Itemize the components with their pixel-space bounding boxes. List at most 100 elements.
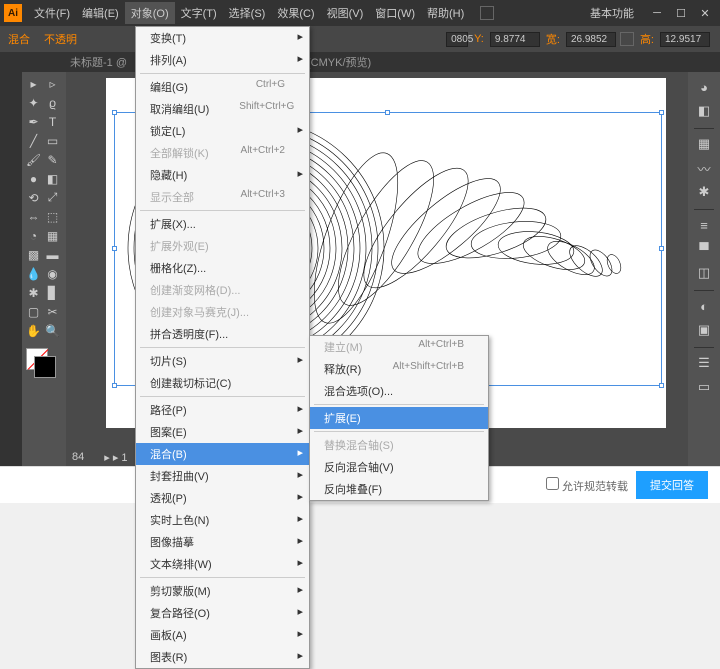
close-button[interactable]: ✕	[694, 3, 716, 23]
blend-submenu: 建立(M)Alt+Ctrl+B 释放(R)Alt+Shift+Ctrl+B 混合…	[309, 335, 489, 501]
mi-group[interactable]: 编组(G)Ctrl+G	[136, 76, 309, 98]
workspace-label[interactable]: 基本功能	[590, 5, 634, 21]
mi-hide[interactable]: 隐藏(H)▸	[136, 164, 309, 186]
mi-rasterize[interactable]: 栅格化(Z)...	[136, 257, 309, 279]
gradient-tool[interactable]: ▬	[43, 245, 62, 264]
blob-brush-tool[interactable]: ●	[24, 169, 43, 188]
document-tab[interactable]: 未标题-1 @ (CMYK/预览)	[0, 52, 720, 72]
mi-imagetrace[interactable]: 图像描摹▸	[136, 531, 309, 553]
mi-slice[interactable]: 切片(S)▸	[136, 350, 309, 372]
direct-selection-tool[interactable]: ▹	[43, 74, 62, 93]
mi-arrange[interactable]: 排列(A)▸	[136, 49, 309, 71]
mi-cropmarks[interactable]: 创建裁切标记(C)	[136, 372, 309, 394]
mi-expand[interactable]: 扩展(X)...	[136, 213, 309, 235]
pen-tool[interactable]: ✒	[24, 112, 43, 131]
h-field[interactable]: 12.9517	[660, 32, 710, 47]
artboard-tool[interactable]: ▢	[24, 302, 43, 321]
mi-path[interactable]: 路径(P)▸	[136, 399, 309, 421]
mi-blend-reverse[interactable]: 反向混合轴(V)	[310, 456, 488, 478]
layers-panel-icon[interactable]: ☰	[693, 352, 715, 374]
y-field[interactable]: 9.8774	[490, 32, 540, 47]
zoom-level[interactable]: 84	[72, 451, 84, 463]
mesh-tool[interactable]: ▩	[24, 245, 43, 264]
mi-artboards[interactable]: 画板(A)▸	[136, 624, 309, 646]
maximize-button[interactable]: ☐	[670, 3, 692, 23]
gradient-panel-icon[interactable]: ▀	[693, 238, 715, 260]
mi-flatten[interactable]: 拼合透明度(F)...	[136, 323, 309, 345]
blend-label: 混合	[8, 31, 30, 47]
perspective-tool[interactable]: ▦	[43, 226, 62, 245]
free-transform-tool[interactable]: ⬚	[43, 207, 62, 226]
type-tool[interactable]: T	[43, 112, 62, 131]
symbol-sprayer-tool[interactable]: ✱	[24, 283, 43, 302]
menu-help[interactable]: 帮助(H)	[421, 2, 470, 24]
artboard-nav[interactable]: ▸ ▸ 1	[104, 451, 127, 464]
mi-compound[interactable]: 复合路径(O)▸	[136, 602, 309, 624]
mi-blend-release[interactable]: 释放(R)Alt+Shift+Ctrl+B	[310, 358, 488, 380]
paintbrush-tool[interactable]: 🖌	[24, 150, 43, 169]
mi-lock[interactable]: 锁定(L)▸	[136, 120, 309, 142]
submit-button[interactable]: 提交回答	[636, 471, 708, 499]
menu-object[interactable]: 对象(O)	[125, 2, 175, 24]
menu-type[interactable]: 文字(T)	[175, 2, 223, 24]
mi-blend-reversefb[interactable]: 反向堆叠(F)	[310, 478, 488, 500]
shape-builder-tool[interactable]: ◔	[24, 226, 43, 245]
rectangle-tool[interactable]: ▭	[43, 131, 62, 150]
menu-edit[interactable]: 编辑(E)	[76, 2, 125, 24]
mi-blend-options[interactable]: 混合选项(O)...	[310, 380, 488, 402]
menu-select[interactable]: 选择(S)	[223, 2, 272, 24]
transparency-panel-icon[interactable]: ◫	[693, 262, 715, 284]
zoom-tool[interactable]: 🔍	[43, 321, 62, 340]
link-icon[interactable]	[620, 32, 634, 46]
menu-window[interactable]: 窗口(W)	[369, 2, 421, 24]
lasso-tool[interactable]: ϱ	[43, 93, 62, 112]
menu-view[interactable]: 视图(V)	[321, 2, 370, 24]
allow-repost-checkbox[interactable]: 允许规范转载	[546, 477, 628, 494]
artboards-panel-icon[interactable]: ▭	[693, 376, 715, 398]
stroke-swatch[interactable]	[34, 356, 56, 378]
mi-graph[interactable]: 图表(R)▸	[136, 646, 309, 668]
x-field[interactable]: 0805	[446, 32, 468, 47]
app-logo: Ai	[4, 4, 22, 22]
blend-tool[interactable]: ◉	[43, 264, 62, 283]
menu-effect[interactable]: 效果(C)	[271, 2, 320, 24]
appearance-panel-icon[interactable]: ◐	[693, 295, 715, 317]
stroke-panel-icon[interactable]: ≡	[693, 214, 715, 236]
mi-pattern[interactable]: 图案(E)▸	[136, 421, 309, 443]
mi-perspective[interactable]: 透视(P)▸	[136, 487, 309, 509]
graph-tool[interactable]: ▊	[43, 283, 62, 302]
swatches-panel-icon[interactable]: ▦	[693, 133, 715, 155]
selection-tool[interactable]: ▸	[24, 74, 43, 93]
mi-clipmask[interactable]: 剪切蒙版(M)▸	[136, 580, 309, 602]
eyedropper-tool[interactable]: 💧	[24, 264, 43, 283]
sync-icon[interactable]	[480, 6, 494, 20]
hand-tool[interactable]: ✋	[24, 321, 43, 340]
color-panel-icon[interactable]: ◕	[693, 76, 715, 98]
mi-ungroup[interactable]: 取消编组(U)Shift+Ctrl+G	[136, 98, 309, 120]
mi-blend[interactable]: 混合(B)▸	[136, 443, 309, 465]
mi-transform[interactable]: 变换(T)▸	[136, 27, 309, 49]
mi-livepaint[interactable]: 实时上色(N)▸	[136, 509, 309, 531]
mi-envelope[interactable]: 封套扭曲(V)▸	[136, 465, 309, 487]
scale-tool[interactable]: ⤢	[43, 188, 62, 207]
minimize-button[interactable]: ─	[646, 3, 668, 23]
slice-tool[interactable]: ✂	[43, 302, 62, 321]
mi-blend-expand[interactable]: 扩展(E)	[310, 407, 488, 429]
rotate-tool[interactable]: ⟲	[24, 188, 43, 207]
eraser-tool[interactable]: ◧	[43, 169, 62, 188]
line-tool[interactable]: ╱	[24, 131, 43, 150]
opacity-label: 不透明	[44, 31, 77, 47]
object-menu: 变换(T)▸ 排列(A)▸ 编组(G)Ctrl+G 取消编组(U)Shift+C…	[135, 26, 310, 669]
magic-wand-tool[interactable]: ✦	[24, 93, 43, 112]
width-tool[interactable]: ⇔	[24, 207, 43, 226]
h-label: 高:	[640, 31, 654, 47]
mi-textwrap[interactable]: 文本绕排(W)▸	[136, 553, 309, 575]
pencil-tool[interactable]: ✎	[43, 150, 62, 169]
color-swatches[interactable]	[24, 348, 60, 398]
menu-file[interactable]: 文件(F)	[28, 2, 76, 24]
symbols-panel-icon[interactable]: ✱	[693, 181, 715, 203]
graphic-styles-icon[interactable]: ▣	[693, 319, 715, 341]
brushes-panel-icon[interactable]: 〰	[693, 157, 715, 179]
color-guide-icon[interactable]: ◧	[693, 100, 715, 122]
w-field[interactable]: 26.9852	[566, 32, 616, 47]
